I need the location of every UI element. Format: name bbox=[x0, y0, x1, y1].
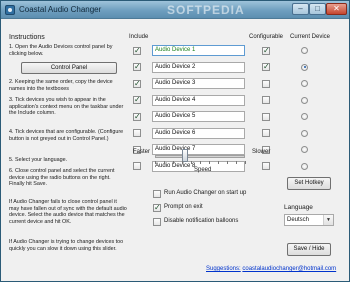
app-window: Coastal Audio Changer SOFTPEDIA – □ ✕ In… bbox=[0, 0, 350, 282]
configurable-column-header: Configurable bbox=[249, 34, 284, 40]
instruction-step-5: 5. Select your language. bbox=[9, 157, 68, 163]
prompt-on-exit-label: Prompt on exit bbox=[164, 204, 203, 210]
maximize-button[interactable]: □ bbox=[309, 3, 326, 15]
current-device-radio-3[interactable] bbox=[301, 80, 308, 87]
include-checkbox-4[interactable] bbox=[133, 95, 141, 104]
device-name-input-1[interactable]: Audio Device 1 bbox=[152, 45, 245, 56]
slider-tick bbox=[236, 161, 237, 164]
current-device-radio-4[interactable] bbox=[301, 96, 308, 104]
slider-tick bbox=[182, 161, 183, 164]
slider-tick bbox=[218, 161, 219, 164]
set-hotkey-button[interactable]: Set Hotkey bbox=[287, 177, 331, 190]
prompt-on-exit-checkbox[interactable] bbox=[153, 203, 161, 212]
chevron-down-icon[interactable]: ▼ bbox=[323, 215, 333, 225]
run-on-startup-checkbox[interactable] bbox=[153, 190, 161, 198]
speed-slider-track[interactable] bbox=[155, 155, 245, 158]
configurable-checkbox-1[interactable] bbox=[262, 46, 270, 55]
speaker-app-icon bbox=[5, 5, 15, 15]
suggestions-line: Suggestions: coastalaudiochanger@hotmail… bbox=[206, 266, 336, 272]
close-button[interactable]: ✕ bbox=[326, 3, 347, 15]
include-checkbox-8[interactable] bbox=[133, 162, 141, 170]
configurable-checkbox-6[interactable] bbox=[262, 129, 270, 137]
current-device-radio-8[interactable] bbox=[301, 162, 308, 170]
suggestions-label: Suggestions: bbox=[206, 266, 241, 272]
slider-tick bbox=[209, 161, 210, 164]
configurable-checkbox-4[interactable] bbox=[262, 96, 270, 104]
instruction-step-1: 1. Open the Audio Devices control panel … bbox=[9, 44, 113, 57]
configurable-checkbox-2[interactable] bbox=[262, 62, 270, 71]
instruction-step-6: 6. Close control panel and select the cu… bbox=[9, 168, 115, 187]
disable-balloons-checkbox[interactable] bbox=[153, 218, 161, 226]
slider-tick bbox=[155, 161, 156, 164]
control-panel-button[interactable]: Control Panel bbox=[21, 62, 117, 74]
softpedia-watermark: SOFTPEDIA bbox=[167, 3, 245, 17]
language-selected-value: Deutsch bbox=[287, 217, 310, 223]
run-on-startup-label: Run Audio Changer on start up bbox=[164, 190, 247, 196]
window-title: Coastal Audio Changer bbox=[19, 5, 102, 14]
device-name-input-4[interactable]: Audio Device 4 bbox=[152, 94, 245, 106]
language-label: Language bbox=[284, 204, 313, 211]
instruction-step-3: 3. Tick devices you wish to appear in th… bbox=[9, 97, 124, 116]
include-checkbox-6[interactable] bbox=[133, 129, 141, 137]
device-name-input-2[interactable]: Audio Device 2 bbox=[152, 61, 245, 73]
include-checkbox-3[interactable] bbox=[133, 79, 141, 88]
disable-balloons-label: Disable notification balloons bbox=[164, 218, 239, 224]
slider-tick bbox=[200, 161, 201, 164]
device-name-input-7[interactable]: Audio Device 7 bbox=[152, 144, 245, 155]
include-checkbox-5[interactable] bbox=[133, 112, 141, 121]
configurable-checkbox-5[interactable] bbox=[262, 112, 270, 121]
save-hide-button[interactable]: Save / Hide bbox=[287, 243, 331, 256]
slower-label: Slower bbox=[252, 149, 271, 155]
device-name-input-3[interactable]: Audio Device 3 bbox=[152, 78, 245, 89]
include-checkbox-1[interactable] bbox=[133, 46, 141, 55]
device-name-input-6[interactable]: Audio Device 6 bbox=[152, 127, 245, 139]
slider-tick bbox=[191, 161, 192, 164]
language-select[interactable]: Deutsch ▼ bbox=[284, 214, 334, 226]
title-bar[interactable]: Coastal Audio Changer SOFTPEDIA – □ ✕ bbox=[1, 1, 349, 19]
current-device-radio-1[interactable] bbox=[301, 47, 308, 54]
current-device-column-header: Current Device bbox=[290, 34, 331, 40]
slider-tick bbox=[164, 161, 165, 164]
speed-label: Speed bbox=[194, 167, 212, 173]
instruction-step-4: 4. Tick devices that are configurable. (… bbox=[9, 129, 124, 142]
sync-note: If Audio Changer fails to close control … bbox=[9, 199, 127, 225]
instructions-heading: Instructions bbox=[9, 34, 45, 41]
include-checkbox-2[interactable] bbox=[133, 62, 141, 71]
slider-tick bbox=[227, 161, 228, 164]
include-column-header: Include bbox=[129, 34, 149, 40]
configurable-checkbox-8[interactable] bbox=[262, 162, 270, 170]
slider-tick bbox=[173, 161, 174, 164]
minimize-button[interactable]: – bbox=[292, 3, 309, 15]
configurable-checkbox-3[interactable] bbox=[262, 79, 270, 88]
current-device-radio-6[interactable] bbox=[301, 129, 308, 137]
instruction-step-2: 2. Keeping the same order, copy the devi… bbox=[9, 79, 113, 92]
faster-label: Faster bbox=[133, 149, 151, 155]
device-name-input-5[interactable]: Audio Device 5 bbox=[152, 111, 245, 122]
current-device-radio-2[interactable] bbox=[301, 63, 308, 71]
current-device-radio-7[interactable] bbox=[301, 146, 308, 153]
speed-note: If Audio Changer is trying to change dev… bbox=[9, 239, 124, 252]
current-device-radio-5[interactable] bbox=[301, 113, 308, 120]
suggestions-email-link[interactable]: coastalaudiochanger@hotmail.com bbox=[242, 266, 336, 272]
slider-tick bbox=[245, 161, 246, 164]
